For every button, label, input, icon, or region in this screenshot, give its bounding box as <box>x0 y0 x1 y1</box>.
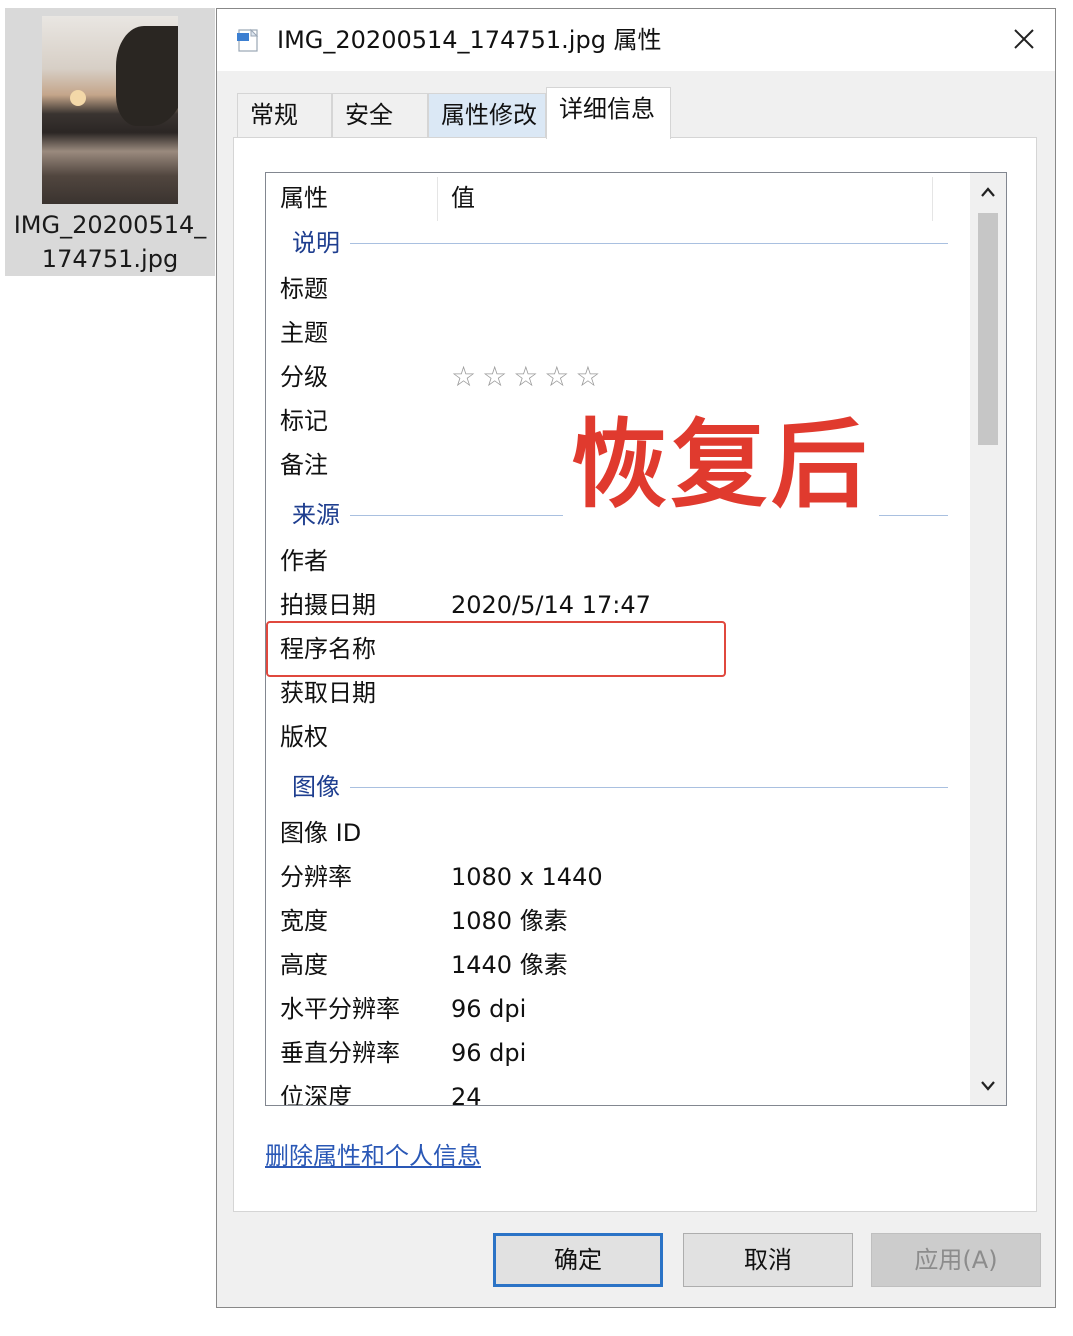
table-row[interactable]: 高度 1440 像素 <box>266 943 970 987</box>
highlight-box <box>266 621 726 677</box>
file-icon <box>237 28 259 52</box>
table-row[interactable]: 分辨率 1080 x 1440 <box>266 855 970 899</box>
row-name: 垂直分辨率 <box>280 1039 400 1067</box>
table-row[interactable]: 版权 <box>266 715 970 759</box>
chevron-up-icon <box>981 187 995 197</box>
row-value[interactable]: 1080 x 1440 <box>451 855 603 899</box>
group-label: 说明 <box>292 229 340 257</box>
tab-property-edit[interactable]: 属性修改 <box>428 93 546 137</box>
column-header-value[interactable]: 值 <box>451 179 475 217</box>
row-value[interactable]: 1440 像素 <box>451 943 568 987</box>
file-name-label: IMG_20200514_ 174751.jpg <box>5 208 215 276</box>
group-divider <box>350 787 948 788</box>
row-name: 标记 <box>280 407 328 435</box>
group-label: 图像 <box>292 773 340 801</box>
table-row[interactable]: 标题 <box>266 267 970 311</box>
chevron-down-icon <box>981 1081 995 1091</box>
title-bar[interactable]: IMG_20200514_174751.jpg 属性 <box>217 9 1055 71</box>
dialog-title: IMG_20200514_174751.jpg 属性 <box>277 26 662 54</box>
rating-stars[interactable]: ☆☆☆☆☆ <box>451 355 607 399</box>
table-row[interactable]: 作者 <box>266 539 970 583</box>
table-row[interactable]: 图像 ID <box>266 811 970 855</box>
row-value[interactable]: 24 <box>451 1075 482 1105</box>
group-image[interactable]: 图像 <box>266 767 970 807</box>
desktop-file-item[interactable]: IMG_20200514_ 174751.jpg <box>5 8 215 276</box>
column-divider[interactable] <box>437 177 438 221</box>
row-name: 标题 <box>280 275 328 303</box>
row-name: 高度 <box>280 951 328 979</box>
row-name: 作者 <box>280 547 328 575</box>
table-row[interactable]: 位深度 24 <box>266 1075 970 1106</box>
group-description[interactable]: 说明 <box>266 223 970 263</box>
list-header: 属性 值 <box>266 173 970 223</box>
close-icon <box>1014 29 1034 49</box>
row-value[interactable]: 1080 像素 <box>451 899 568 943</box>
details-panel: 属性 值 说明 标题 主题 分级 ☆☆☆☆☆ 标记 备注 来源 作者 拍摄日期 … <box>233 137 1037 1212</box>
group-label: 来源 <box>292 501 340 529</box>
row-name: 版权 <box>280 723 328 751</box>
properties-dialog: IMG_20200514_174751.jpg 属性 常规 安全 属性修改 详细… <box>216 8 1056 1308</box>
table-row[interactable]: 分级 ☆☆☆☆☆ <box>266 355 970 399</box>
property-list[interactable]: 属性 值 说明 标题 主题 分级 ☆☆☆☆☆ 标记 备注 来源 作者 拍摄日期 … <box>265 172 1007 1106</box>
table-row[interactable]: 主题 <box>266 311 970 355</box>
overlay-annotation: 恢复后 <box>563 405 879 525</box>
ok-button[interactable]: 确定 <box>493 1233 663 1287</box>
column-divider[interactable] <box>932 177 933 221</box>
row-name: 主题 <box>280 319 328 347</box>
row-value[interactable]: 96 dpi <box>451 987 526 1031</box>
row-name: 图像 ID <box>280 819 362 847</box>
row-name: 水平分辨率 <box>280 995 400 1023</box>
row-name: 备注 <box>280 451 328 479</box>
close-button[interactable] <box>993 9 1055 69</box>
row-name: 分级 <box>280 363 328 391</box>
cancel-button[interactable]: 取消 <box>683 1233 853 1287</box>
file-name-line1: IMG_20200514_ <box>13 211 207 239</box>
row-name: 分辨率 <box>280 863 352 891</box>
row-name: 位深度 <box>280 1083 352 1106</box>
row-name: 宽度 <box>280 907 328 935</box>
table-row[interactable]: 宽度 1080 像素 <box>266 899 970 943</box>
file-thumbnail <box>42 16 178 204</box>
tab-details[interactable]: 详细信息 <box>546 87 671 139</box>
column-header-property[interactable]: 属性 <box>280 179 328 217</box>
tab-general[interactable]: 常规 <box>237 93 332 137</box>
vertical-scrollbar[interactable] <box>970 173 1006 1105</box>
table-row[interactable]: 获取日期 <box>266 671 970 715</box>
scrollbar-thumb[interactable] <box>978 213 998 445</box>
remove-properties-link[interactable]: 删除属性和个人信息 <box>265 1138 481 1174</box>
row-value[interactable]: 96 dpi <box>451 1031 526 1075</box>
group-divider <box>350 243 948 244</box>
scroll-up-button[interactable] <box>970 173 1006 211</box>
row-name: 获取日期 <box>280 679 376 707</box>
tab-security[interactable]: 安全 <box>332 93 428 137</box>
table-row[interactable]: 垂直分辨率 96 dpi <box>266 1031 970 1075</box>
apply-button[interactable]: 应用(A) <box>871 1233 1041 1287</box>
file-name-line2: 174751.jpg <box>41 245 179 273</box>
scroll-down-button[interactable] <box>970 1067 1006 1105</box>
table-row[interactable]: 水平分辨率 96 dpi <box>266 987 970 1031</box>
